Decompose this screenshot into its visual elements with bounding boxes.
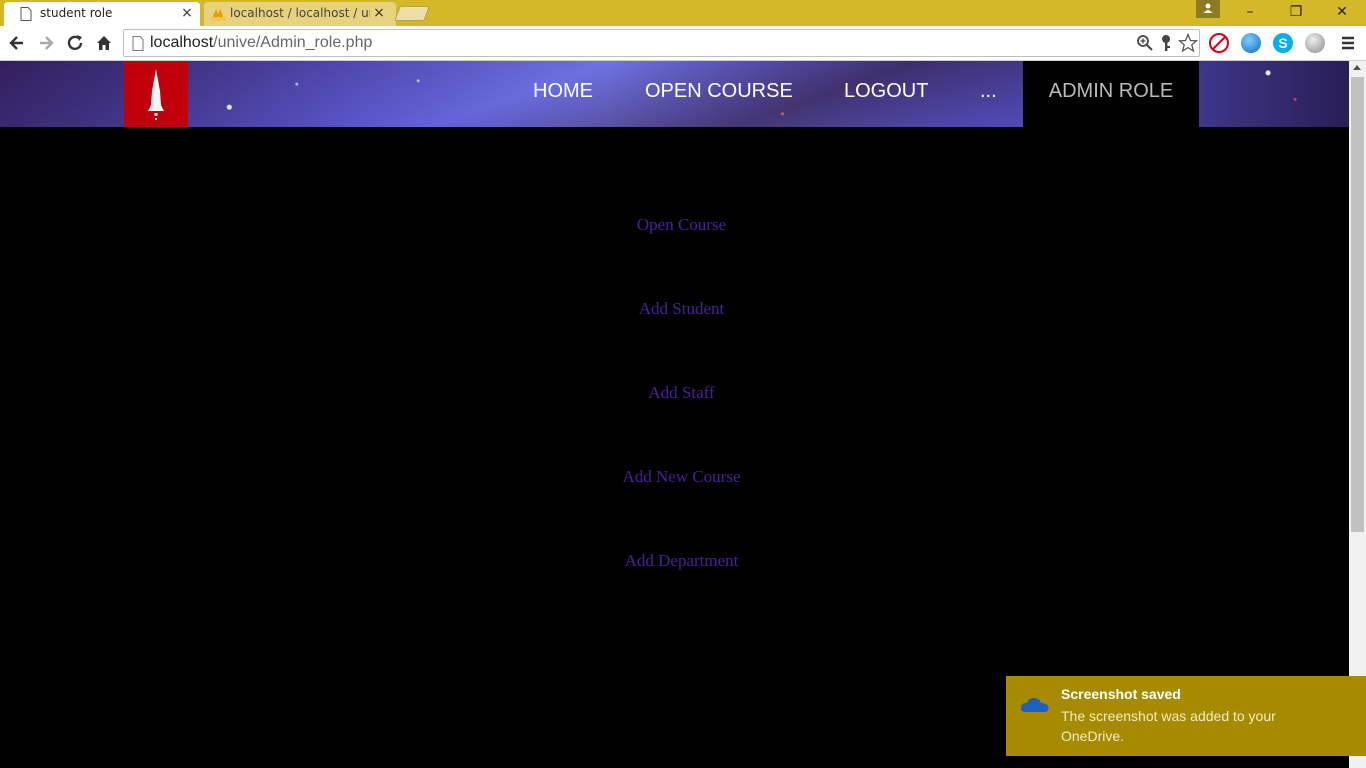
tab-phpmyadmin[interactable]: localhost / localhost / uni × [204,2,396,26]
nav-logout-link[interactable]: LOGOUT [844,80,928,103]
grey-globe-extension-icon[interactable] [1305,33,1325,53]
bookmark-star-icon[interactable] [1178,33,1198,53]
tab-title: student role [40,6,113,20]
scroll-up-arrow-icon[interactable] [1353,65,1361,70]
minimize-button[interactable]: – [1227,0,1273,24]
url-host: localhost [150,34,214,51]
scrollbar-thumb[interactable] [1351,77,1364,532]
user-icon [1203,3,1213,13]
page-scrollbar[interactable] [1349,61,1366,768]
nav-more-link[interactable]: ... [980,80,997,103]
back-arrow-icon[interactable] [7,33,27,53]
close-tab-icon[interactable]: × [372,6,386,20]
site-logo[interactable] [124,61,188,127]
url-text: localhost/unive/Admin_role.php [150,34,372,52]
nav-admin-role-link[interactable]: ADMIN ROLE [1023,61,1199,127]
nav-home-link[interactable]: HOME [533,80,593,103]
tab-student-role[interactable]: student role × [4,2,200,26]
browser-titlebar: student role × localhost / localhost / u… [0,0,1366,26]
open-course-link[interactable]: Open Course [0,215,1349,235]
skype-icon[interactable]: S [1273,33,1293,53]
screenshot-saved-notification[interactable]: Screenshot saved The screenshot was adde… [1006,676,1366,756]
rocket-icon [148,69,164,120]
globe-extension-icon[interactable] [1241,33,1261,53]
reload-icon[interactable] [65,33,85,53]
www-blocker-extension-icon[interactable] [1209,33,1229,53]
site-header: HOME OPEN COURSE LOGOUT ... ADMIN ROLE [0,61,1349,127]
close-tab-icon[interactable]: × [180,6,194,20]
profile-button[interactable] [1196,0,1220,18]
browser-toolbar: localhost/unive/Admin_role.php S [0,26,1366,61]
add-staff-link[interactable]: Add Staff [0,383,1349,403]
restore-button[interactable]: ❐ [1273,0,1319,24]
address-bar[interactable]: localhost/unive/Admin_role.php [123,29,1200,57]
page-content: HOME OPEN COURSE LOGOUT ... ADMIN ROLE O… [0,61,1349,768]
tab-title: localhost / localhost / uni [230,6,370,20]
notification-body: The screenshot was added to your OneDriv… [1061,708,1276,744]
add-department-link[interactable]: Add Department [0,551,1349,571]
add-student-link[interactable]: Add Student [0,299,1349,319]
chrome-menu-icon[interactable] [1338,33,1358,53]
onedrive-cloud-icon [1020,697,1049,712]
nav-open-course-link[interactable]: OPEN COURSE [645,80,793,103]
zoom-icon[interactable] [1136,34,1154,52]
nav-admin-role-label: ADMIN ROLE [1048,80,1174,102]
close-window-button[interactable]: ✕ [1319,0,1365,24]
new-tab-button[interactable] [394,6,430,21]
page-favicon-icon [20,7,32,21]
block-icon [1212,36,1226,50]
page-icon [132,36,144,51]
url-path: /unive/Admin_role.php [213,34,373,51]
add-new-course-link[interactable]: Add New Course [0,467,1349,487]
forward-arrow-icon[interactable] [36,33,56,53]
key-icon[interactable] [1159,34,1173,52]
phpmyadmin-favicon-icon [210,9,226,21]
notification-title: Screenshot saved [1061,686,1181,702]
home-icon[interactable] [94,33,114,53]
